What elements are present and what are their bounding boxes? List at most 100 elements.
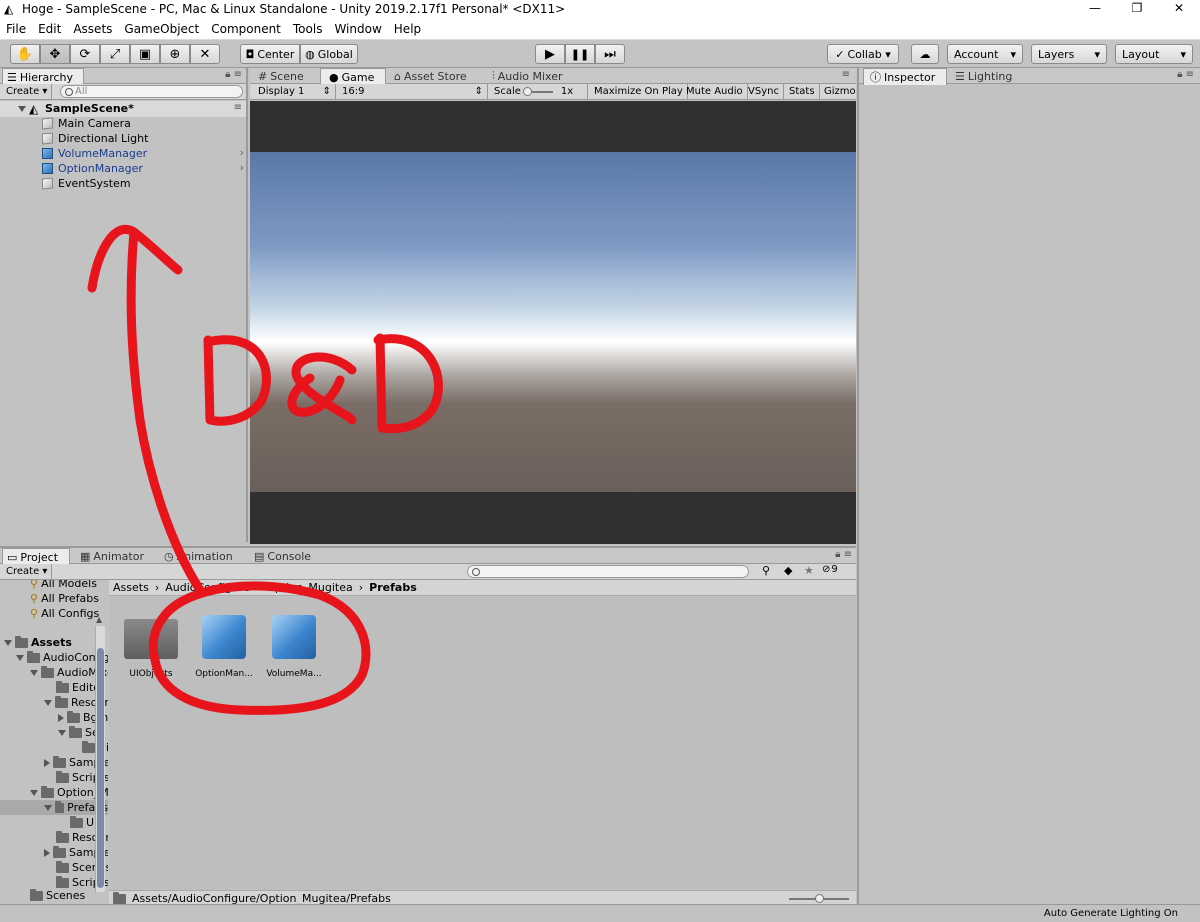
transform-tool-icon[interactable]: ⊕	[160, 44, 190, 64]
tab-lighting[interactable]: ☰ Lighting	[955, 68, 1012, 84]
aspect-dropdown[interactable]: 16:9 ⇕	[338, 84, 488, 99]
scene-header-row[interactable]: ◭ SampleScene* ≡	[0, 101, 246, 117]
lock-icon[interactable]: 🔒︎ ≡	[225, 69, 242, 80]
favorite-all-configs[interactable]: ⚲ All Configs	[30, 606, 99, 621]
tab-project[interactable]: ▭ Project	[2, 548, 70, 565]
scale-tool-icon[interactable]: ⤢	[100, 44, 130, 64]
chevron-right-icon[interactable]: ›	[240, 146, 244, 159]
maximize-on-play-toggle[interactable]: Maximize On Play	[590, 84, 688, 99]
tree-item-ui-prefabs[interactable]: UI	[70, 815, 97, 830]
expand-arrow-icon[interactable]	[18, 106, 26, 112]
tree-scrollbar-thumb[interactable]	[97, 648, 104, 888]
tab-console[interactable]: ▤ Console	[254, 548, 311, 564]
layout-dropdown[interactable]: Layout ▾	[1115, 44, 1193, 64]
hierarchy-item-volume-manager[interactable]: VolumeManager ›	[0, 146, 246, 161]
menu-gameobject[interactable]: GameObject	[118, 19, 205, 39]
create-dropdown[interactable]: Create ▾	[2, 564, 53, 579]
tree-scrollbar[interactable]	[95, 626, 105, 892]
layers-dropdown[interactable]: Layers ▾	[1031, 44, 1107, 64]
breadcrumb-audioconfigure[interactable]: AudioConfigure	[165, 581, 250, 594]
hand-tool-icon[interactable]: ✋	[10, 44, 40, 64]
chevron-right-icon[interactable]: ›	[240, 161, 244, 174]
stats-toggle[interactable]: Stats	[785, 84, 820, 99]
step-button[interactable]: ⏭	[595, 44, 625, 64]
panel-menu-icon[interactable]: ≡	[842, 69, 850, 80]
zoom-slider[interactable]	[789, 894, 849, 903]
create-dropdown[interactable]: Create ▾	[2, 84, 53, 99]
lock-icon[interactable]: 🔒︎ ≡	[1177, 69, 1194, 80]
menu-edit[interactable]: Edit	[32, 19, 67, 39]
scale-slider-thumb[interactable]	[522, 86, 532, 96]
lock-icon[interactable]: 🔒︎ ≡	[835, 549, 852, 560]
favorite-all-prefabs[interactable]: ⚲ All Prefabs	[30, 591, 99, 606]
hidden-packages-toggle[interactable]: ⊘ 9	[822, 564, 838, 575]
rotate-tool-icon[interactable]: ⟳	[70, 44, 100, 64]
menu-help[interactable]: Help	[388, 19, 427, 39]
tree-item-scenes-root[interactable]: Scenes	[30, 888, 85, 903]
asset-folder-uiobjects[interactable]: UIObjects	[121, 615, 181, 679]
hierarchy-search-input[interactable]: All	[60, 85, 243, 98]
favorite-all-models[interactable]: ⚲ All Models	[30, 580, 97, 591]
zoom-slider-thumb[interactable]	[815, 894, 824, 903]
menu-component[interactable]: Component	[205, 19, 287, 39]
project-search-input[interactable]	[467, 565, 749, 578]
gizmos-toggle[interactable]: Gizmo	[820, 84, 860, 99]
pivot-toggle[interactable]: ◘ Center	[240, 44, 300, 64]
tab-asset-store[interactable]: ⌂ Asset Store	[394, 68, 467, 84]
breadcrumb-option-mugitea[interactable]: Option_Mugitea	[266, 581, 353, 594]
collab-dropdown[interactable]: ✓ Collab ▾	[827, 44, 899, 64]
gameobject-icon	[42, 117, 53, 130]
scroll-up-icon[interactable]: ▲	[96, 615, 102, 624]
cloud-icon[interactable]: ☁	[911, 44, 939, 64]
project-toolbar: Create ▾ ⚲ ◆ ★ ⊘ 9	[0, 564, 856, 580]
pause-button[interactable]: ❚❚	[565, 44, 595, 64]
menu-tools[interactable]: Tools	[287, 19, 329, 39]
close-button[interactable]: ✕	[1158, 0, 1200, 18]
menu-file[interactable]: File	[0, 19, 32, 39]
restore-button[interactable]: ❐	[1116, 0, 1158, 18]
move-tool-icon[interactable]: ✥	[40, 44, 70, 64]
hierarchy-item-main-camera[interactable]: Main Camera	[0, 116, 246, 131]
mute-audio-toggle[interactable]: Mute Audio	[682, 84, 748, 99]
scale-slider-track[interactable]	[522, 86, 553, 96]
scale-slider[interactable]: Scale 1x	[490, 84, 588, 99]
custom-tool-icon[interactable]: ✕	[190, 44, 220, 64]
account-dropdown[interactable]: Account ▾	[947, 44, 1023, 64]
game-view[interactable]	[250, 101, 856, 544]
tree-item-se[interactable]: Se	[58, 725, 99, 740]
tab-animation[interactable]: ◷ Animation	[164, 548, 233, 564]
folder-icon	[41, 665, 54, 678]
minimize-button[interactable]: —	[1074, 0, 1116, 18]
breadcrumb-prefabs[interactable]: Prefabs	[369, 581, 417, 594]
tab-inspector[interactable]: ⓘ Inspector	[863, 68, 947, 85]
tree-item-prefabs-selected[interactable]: Prefabs	[0, 800, 108, 815]
tab-animator[interactable]: ▦ Animator	[80, 548, 144, 564]
menu-window[interactable]: Window	[328, 19, 387, 39]
scene-menu-icon[interactable]: ≡	[234, 102, 242, 113]
rect-tool-icon[interactable]: ▣	[130, 44, 160, 64]
vsync-toggle[interactable]: VSync	[744, 84, 784, 99]
filter-type-icon[interactable]: ⚲	[762, 564, 770, 577]
menu-assets[interactable]: Assets	[67, 19, 118, 39]
display-dropdown[interactable]: Display 1 ⇕	[254, 84, 336, 99]
hierarchy-item-option-manager[interactable]: OptionManager ›	[0, 161, 246, 176]
folder-icon	[53, 755, 66, 768]
folder-icon	[41, 785, 54, 798]
tree-item-assets[interactable]: Assets	[4, 635, 72, 650]
asset-prefab-volumemanager[interactable]: VolumeMa...	[261, 615, 327, 679]
tab-game[interactable]: ● Game	[320, 68, 386, 85]
play-button[interactable]: ▶	[535, 44, 565, 64]
hierarchy-panel: ☰ Hierarchy 🔒︎ ≡ Create ▾ All ◭ SampleSce…	[0, 68, 248, 542]
unity-scene-icon: ◭	[29, 102, 39, 116]
breadcrumb-assets[interactable]: Assets	[113, 581, 149, 594]
space-toggle[interactable]: ◍ Global	[300, 44, 358, 64]
hierarchy-item-directional-light[interactable]: Directional Light	[0, 131, 246, 146]
tab-hierarchy[interactable]: ☰ Hierarchy	[2, 68, 84, 85]
favorite-star-icon[interactable]: ★	[804, 564, 814, 577]
label-icon[interactable]: ◆	[784, 564, 792, 577]
asset-prefab-optionmanager[interactable]: OptionMan...	[191, 615, 257, 679]
main-toolbar: ✋ ✥ ⟳ ⤢ ▣ ⊕ ✕ ◘ Center ◍ Global ▶ ❚❚ ⏭ ✓ Co…	[0, 40, 1200, 68]
tab-audio-mixer[interactable]: ⫶ Audio Mixer	[492, 68, 563, 84]
hierarchy-item-event-system[interactable]: EventSystem	[0, 176, 246, 191]
tab-scene[interactable]: # Scene	[258, 68, 304, 84]
